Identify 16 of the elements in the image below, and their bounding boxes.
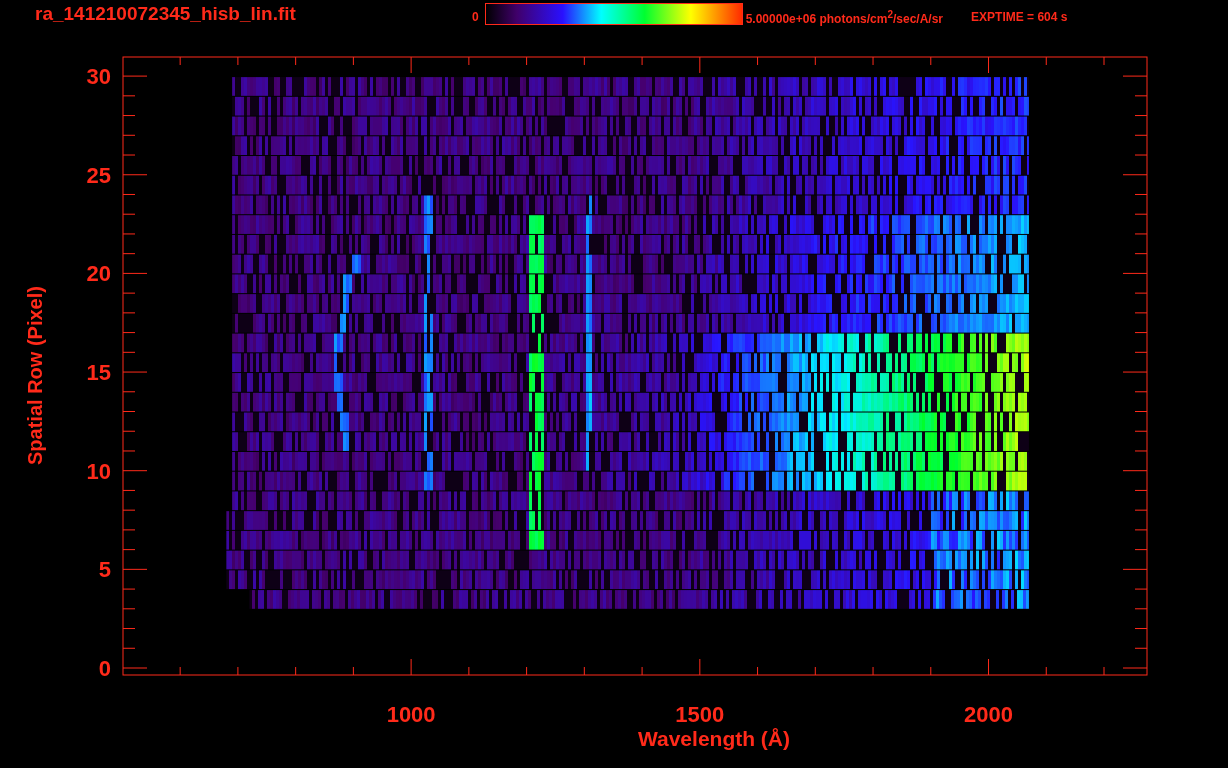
x-tick-label: 2000 — [964, 702, 1013, 727]
y-tick-label: 10 — [86, 458, 111, 484]
y-tick-label: 0 — [98, 656, 111, 681]
x-tick-label: 1000 — [386, 702, 436, 727]
colorbar-min-label: 0 — [472, 10, 479, 24]
exposure-time: EXPTIME = 604 s — [971, 10, 1068, 24]
file-title: ra_141210072345_hisb_lin.fit — [35, 3, 297, 25]
x-axis-title: Wavelength (Å) — [637, 727, 791, 751]
colorbar-max-label: 5.00000e+06 photons/cm$^{2}$/sec/A/sr — [745, 8, 944, 26]
y-tick-label: 15 — [86, 360, 111, 386]
y-tick-label: 5 — [98, 557, 111, 583]
y-tick-label: 20 — [86, 261, 111, 287]
y-tick-label: 30 — [86, 64, 111, 90]
x-tick-label: 1500 — [675, 702, 725, 727]
y-tick-label: 25 — [86, 162, 111, 188]
y-axis-title: Spatial Row (Pixel) — [23, 285, 47, 465]
